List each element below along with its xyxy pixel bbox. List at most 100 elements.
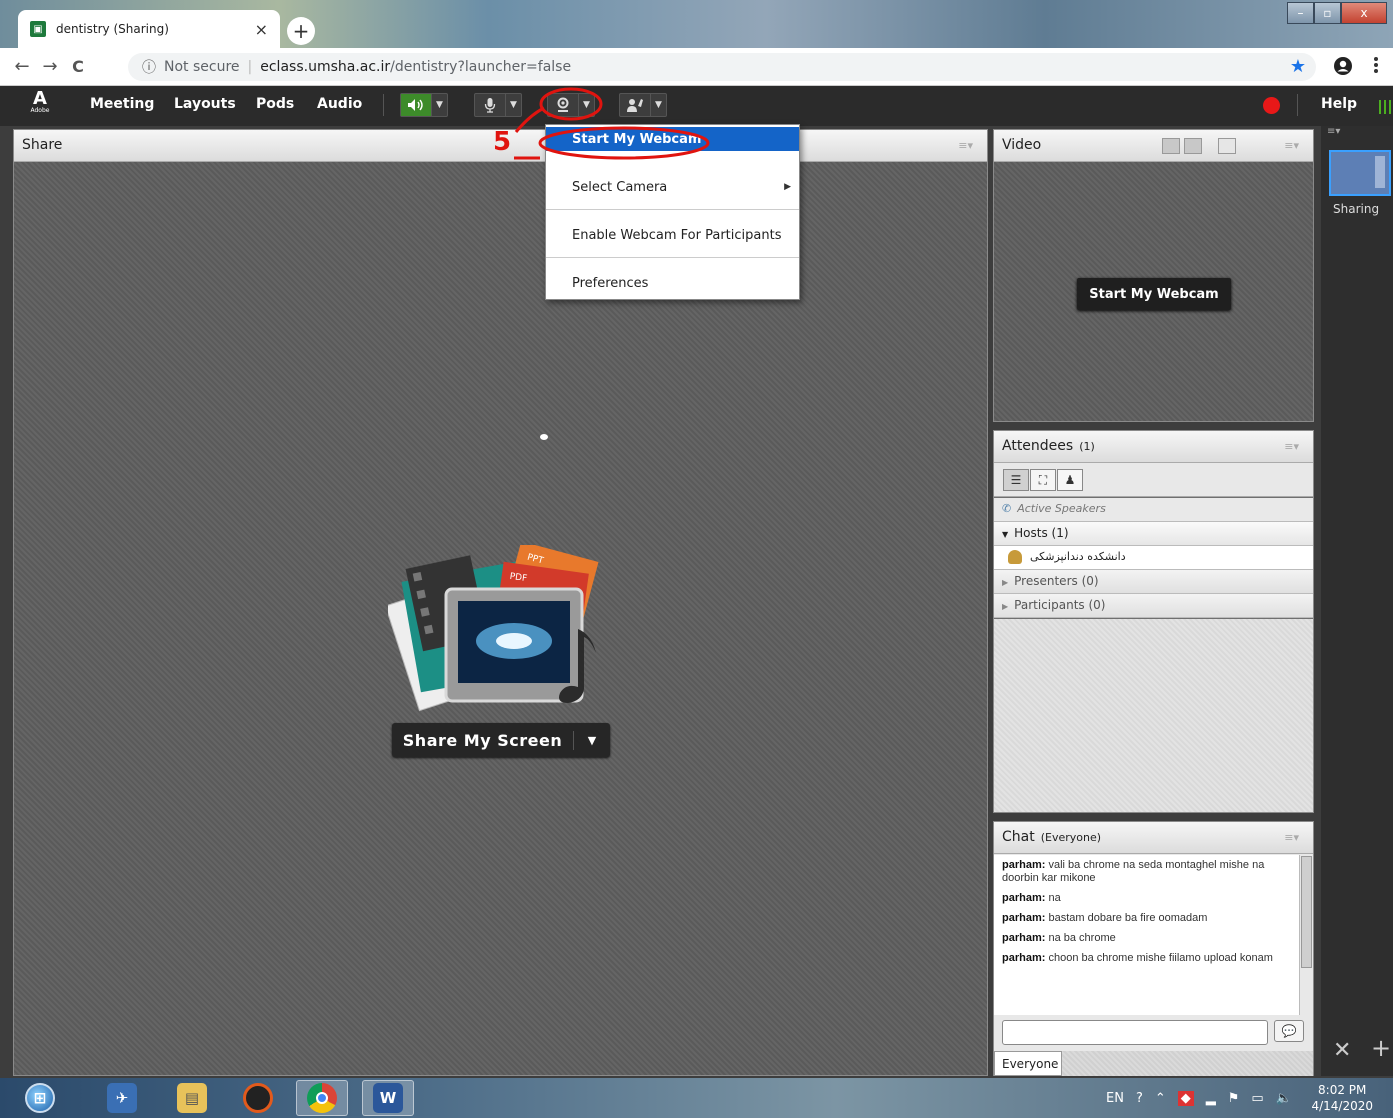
add-layout-icon[interactable]: + [1371, 1034, 1391, 1062]
active-speakers-label: Active Speakers [1017, 502, 1106, 515]
webcam-dropdown-icon[interactable]: ▼ [578, 94, 594, 116]
taskbar-app-explorer[interactable]: ▤ [166, 1080, 218, 1116]
help-icon[interactable]: ? [1136, 1091, 1143, 1106]
speaker-icon[interactable] [401, 94, 431, 116]
chat-sender: parham: [1002, 952, 1046, 964]
raise-hand-icon[interactable] [620, 94, 650, 116]
minimize-button[interactable]: – [1287, 2, 1314, 24]
taskbar-app-chrome[interactable] [296, 1080, 348, 1116]
breakout-view-icon[interactable]: ⛶ [1030, 469, 1056, 491]
chat-scrollbar[interactable] [1299, 855, 1313, 1015]
microphone-dropdown-icon[interactable]: ▼ [505, 94, 521, 116]
menu-help[interactable]: Help [1321, 96, 1357, 112]
delete-layout-icon[interactable]: ✕ [1333, 1038, 1351, 1063]
taskbar-clock[interactable]: 8:02 PM 4/14/2020 [1311, 1082, 1373, 1114]
chat-tab-everyone[interactable]: Everyone [994, 1051, 1062, 1076]
action-center-icon[interactable]: ⚑ [1228, 1091, 1240, 1106]
chat-message: parham: na ba chrome [1002, 932, 1291, 945]
video-pod-options-icon[interactable]: ≡▾ [1284, 139, 1299, 152]
webcam-icon[interactable] [548, 94, 578, 116]
microphone-toggle[interactable]: ▼ [474, 93, 522, 117]
speaker-dropdown-icon[interactable]: ▼ [431, 94, 447, 116]
collapse-arrow-icon[interactable]: ▶ [1002, 602, 1008, 611]
tab-close-icon[interactable]: × [255, 20, 268, 39]
layout-thumbnail-sharing[interactable] [1329, 150, 1391, 196]
url-host: eclass.umsha.ac.ir [260, 59, 391, 75]
security-info-icon[interactable]: ⓘ [142, 57, 156, 77]
attendees-pod-options-icon[interactable]: ≡▾ [1284, 440, 1299, 453]
expand-arrow-icon[interactable]: ▼ [1002, 530, 1008, 539]
browser-tabstrip: ▣ dentistry (Sharing) × + – ▫ x [0, 0, 1393, 48]
menu-layouts[interactable]: Layouts [174, 96, 236, 112]
host-user-icon [1008, 550, 1022, 564]
start-button[interactable]: ⊞ [14, 1080, 66, 1116]
recording-indicator-icon[interactable] [1263, 97, 1280, 114]
menu-item-preferences[interactable]: Preferences [546, 259, 799, 307]
rail-options-icon[interactable]: ≡▾ [1327, 126, 1340, 137]
maximize-button[interactable]: ▫ [1314, 2, 1341, 24]
volume-icon[interactable]: 🔈 [1276, 1091, 1292, 1106]
chat-sender: parham: [1002, 859, 1046, 871]
antivirus-icon[interactable]: ◆ [1177, 1090, 1194, 1106]
clock-time: 8:02 PM [1318, 1083, 1367, 1097]
speaker-toggle[interactable]: ▼ [400, 93, 448, 117]
raise-hand-toggle[interactable]: ▼ [619, 93, 667, 117]
active-speakers-row: ✆ Active Speakers [994, 498, 1313, 522]
chat-scroll-thumb[interactable] [1301, 856, 1312, 968]
account-icon[interactable] [1333, 56, 1353, 76]
list-view-icon[interactable]: ☰ [1003, 469, 1029, 491]
chat-send-icon[interactable]: 💬 [1274, 1020, 1304, 1042]
tray-expand-icon[interactable]: ⌃ [1155, 1091, 1166, 1106]
network-icon[interactable]: ▂ [1206, 1091, 1216, 1106]
menu-item-start-my-webcam[interactable]: Start My Webcam [546, 127, 799, 151]
forward-icon[interactable]: → [36, 56, 64, 77]
reload-icon[interactable]: C [64, 57, 92, 76]
share-my-screen-button[interactable]: Share My Screen ▼ [392, 723, 610, 757]
url-field[interactable]: ⓘ Not secure | eclass.umsha.ac.ir /denti… [128, 53, 1316, 81]
browser-menu-icon[interactable] [1372, 55, 1380, 75]
menu-meeting[interactable]: Meeting [90, 96, 154, 112]
taskbar-app-media[interactable] [232, 1080, 284, 1116]
menu-item-enable-webcam-participants[interactable]: Enable Webcam For Participants [546, 211, 799, 259]
share-options-dropdown-icon[interactable]: ▼ [574, 734, 610, 747]
participants-group[interactable]: ▶ Participants (0) [994, 594, 1313, 618]
webcam-toggle[interactable]: ▼ [547, 93, 595, 117]
raise-hand-dropdown-icon[interactable]: ▼ [650, 94, 666, 116]
new-tab-button[interactable]: + [287, 17, 315, 45]
single-view-icon[interactable] [1184, 138, 1202, 154]
start-my-webcam-button[interactable]: Start My Webcam [1077, 278, 1231, 310]
fullscreen-icon[interactable] [1218, 138, 1236, 154]
filmstrip-view-icon[interactable] [1162, 138, 1180, 154]
menu-item-select-camera[interactable]: Select Camera ▶ [546, 163, 799, 211]
collapse-arrow-icon[interactable]: ▶ [1002, 578, 1008, 587]
chat-pod-options-icon[interactable]: ≡▾ [1284, 831, 1299, 844]
chrome-icon [307, 1083, 337, 1113]
attendee-row[interactable]: دانشکده دندانپزشکی [994, 546, 1313, 570]
microphone-icon[interactable] [475, 94, 505, 116]
chat-input[interactable] [1002, 1020, 1268, 1045]
menu-pods[interactable]: Pods [256, 96, 294, 112]
menubar-divider-right [1297, 94, 1298, 116]
status-view-icon[interactable]: ♟ [1057, 469, 1083, 491]
hosts-group[interactable]: ▼ Hosts (1) [994, 522, 1313, 546]
presenters-group[interactable]: ▶ Presenters (0) [994, 570, 1313, 594]
taskbar-app-thunderbird[interactable]: ✈ [96, 1080, 148, 1116]
chat-sender: parham: [1002, 912, 1046, 924]
taskbar-app-word[interactable]: W [362, 1080, 414, 1116]
chat-text: na ba chrome [1048, 932, 1116, 944]
window-close-button[interactable]: x [1341, 2, 1387, 24]
menu-audio[interactable]: Audio [317, 96, 362, 112]
attendees-pod-header: Attendees (1) ≡▾ [994, 431, 1313, 463]
address-bar: ← → C ⓘ Not secure | eclass.umsha.ac.ir … [0, 48, 1393, 86]
chat-text: na [1048, 892, 1061, 904]
meeting-menubar: A Adobe Meeting Layouts Pods Audio ▼ ▼ ▼ … [0, 86, 1393, 126]
pod-options-icon[interactable]: ≡▾ [958, 139, 973, 152]
display-icon[interactable]: ▭ [1251, 1091, 1263, 1106]
back-icon[interactable]: ← [8, 56, 36, 77]
presenters-label: Presenters (0) [1014, 574, 1099, 588]
chat-tab-area [1062, 1051, 1313, 1076]
browser-tab[interactable]: ▣ dentistry (Sharing) × [18, 10, 280, 48]
bookmark-star-icon[interactable]: ★ [1290, 56, 1306, 77]
language-indicator[interactable]: EN [1106, 1091, 1124, 1106]
phone-icon: ✆ [1002, 502, 1012, 515]
